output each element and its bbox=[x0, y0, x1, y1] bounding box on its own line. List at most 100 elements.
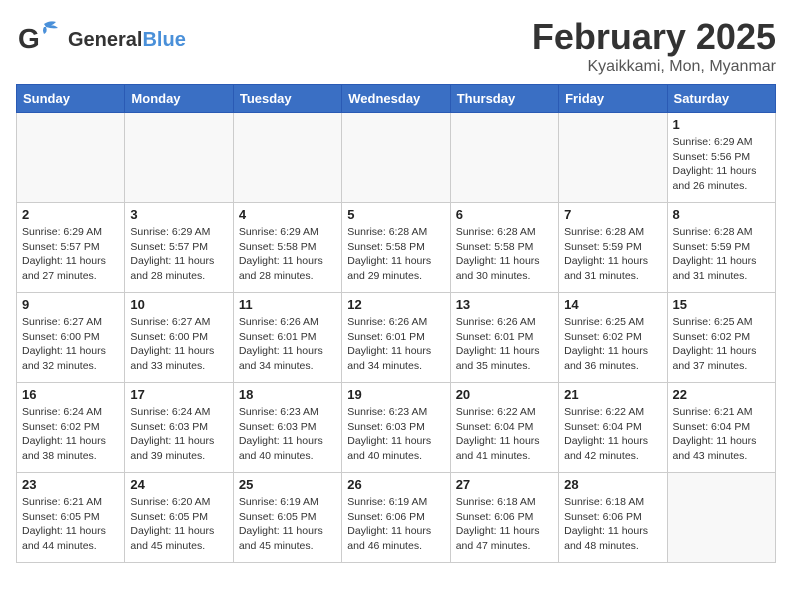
day-info: Sunrise: 6:23 AMSunset: 6:03 PMDaylight:… bbox=[239, 405, 336, 464]
weekday-header-friday: Friday bbox=[559, 85, 667, 113]
day-info: Sunrise: 6:29 AMSunset: 5:57 PMDaylight:… bbox=[22, 225, 119, 284]
day-number: 21 bbox=[564, 387, 661, 402]
calendar-cell: 21 Sunrise: 6:22 AMSunset: 6:04 PMDayligh… bbox=[559, 383, 667, 473]
calendar-cell bbox=[17, 113, 125, 203]
week-row-2: 9 Sunrise: 6:27 AMSunset: 6:00 PMDaylight… bbox=[17, 293, 776, 383]
calendar-cell bbox=[342, 113, 450, 203]
day-number: 9 bbox=[22, 297, 119, 312]
location-title: Kyaikkami, Mon, Myanmar bbox=[532, 58, 776, 76]
day-info: Sunrise: 6:20 AMSunset: 6:05 PMDaylight:… bbox=[130, 495, 227, 554]
day-number: 1 bbox=[673, 117, 770, 132]
weekday-header-row: SundayMondayTuesdayWednesdayThursdayFrid… bbox=[17, 85, 776, 113]
weekday-header-saturday: Saturday bbox=[667, 85, 775, 113]
calendar-cell: 15Sunrise: 6:25 AMSunset: 6:02 PMDayligh… bbox=[667, 293, 775, 383]
calendar-cell: 11Sunrise: 6:26 AMSunset: 6:01 PMDayligh… bbox=[233, 293, 341, 383]
calendar-cell: 6 Sunrise: 6:28 AMSunset: 5:58 PMDaylight… bbox=[450, 203, 558, 293]
day-info: Sunrise: 6:21 AMSunset: 6:04 PMDaylight:… bbox=[673, 405, 770, 464]
week-row-3: 16 Sunrise: 6:24 AMSunset: 6:02 PMDayligh… bbox=[17, 383, 776, 473]
day-number: 22 bbox=[673, 387, 770, 402]
day-number: 5 bbox=[347, 207, 444, 222]
logo: G GeneralBlue bbox=[16, 16, 186, 64]
week-row-1: 2 Sunrise: 6:29 AMSunset: 5:57 PMDaylight… bbox=[17, 203, 776, 293]
day-number: 6 bbox=[456, 207, 553, 222]
day-number: 17 bbox=[130, 387, 227, 402]
calendar-cell: 16 Sunrise: 6:24 AMSunset: 6:02 PMDayligh… bbox=[17, 383, 125, 473]
day-info: Sunrise: 6:27 AMSunset: 6:00 PMDaylight:… bbox=[130, 315, 227, 374]
day-number: 13 bbox=[456, 297, 553, 312]
day-info: Sunrise: 6:26 AMSunset: 6:01 PMDaylight:… bbox=[456, 315, 553, 374]
calendar-table: SundayMondayTuesdayWednesdayThursdayFrid… bbox=[16, 84, 776, 563]
page-header: G GeneralBlue February 2025 Kyaikkami, M… bbox=[16, 16, 776, 76]
day-number: 16 bbox=[22, 387, 119, 402]
day-info: Sunrise: 6:23 AMSunset: 6:03 PMDaylight:… bbox=[347, 405, 444, 464]
logo-icon: G bbox=[16, 16, 64, 64]
week-row-0: 1 Sunrise: 6:29 AMSunset: 5:56 PMDaylight… bbox=[17, 113, 776, 203]
calendar-cell: 12 Sunrise: 6:26 AMSunset: 6:01 PMDayligh… bbox=[342, 293, 450, 383]
calendar-cell: 14 Sunrise: 6:25 AMSunset: 6:02 PMDayligh… bbox=[559, 293, 667, 383]
day-number: 2 bbox=[22, 207, 119, 222]
weekday-header-thursday: Thursday bbox=[450, 85, 558, 113]
calendar-cell: 7Sunrise: 6:28 AMSunset: 5:59 PMDaylight… bbox=[559, 203, 667, 293]
day-number: 23 bbox=[22, 477, 119, 492]
week-row-4: 23 Sunrise: 6:21 AMSunset: 6:05 PMDayligh… bbox=[17, 473, 776, 563]
calendar-cell bbox=[233, 113, 341, 203]
day-info: Sunrise: 6:19 AMSunset: 6:06 PMDaylight:… bbox=[347, 495, 444, 554]
calendar-cell: 25Sunrise: 6:19 AMSunset: 6:05 PMDayligh… bbox=[233, 473, 341, 563]
day-number: 8 bbox=[673, 207, 770, 222]
day-number: 10 bbox=[130, 297, 227, 312]
calendar-cell bbox=[559, 113, 667, 203]
day-info: Sunrise: 6:26 AMSunset: 6:01 PMDaylight:… bbox=[347, 315, 444, 374]
calendar-cell: 13 Sunrise: 6:26 AMSunset: 6:01 PMDayligh… bbox=[450, 293, 558, 383]
day-info: Sunrise: 6:28 AMSunset: 5:59 PMDaylight:… bbox=[564, 225, 661, 284]
weekday-header-wednesday: Wednesday bbox=[342, 85, 450, 113]
calendar-cell: 10 Sunrise: 6:27 AMSunset: 6:00 PMDayligh… bbox=[125, 293, 233, 383]
day-number: 26 bbox=[347, 477, 444, 492]
day-info: Sunrise: 6:29 AMSunset: 5:56 PMDaylight:… bbox=[673, 135, 770, 194]
calendar-cell: 4 Sunrise: 6:29 AMSunset: 5:58 PMDaylight… bbox=[233, 203, 341, 293]
day-info: Sunrise: 6:18 AMSunset: 6:06 PMDaylight:… bbox=[564, 495, 661, 554]
day-info: Sunrise: 6:29 AMSunset: 5:57 PMDaylight:… bbox=[130, 225, 227, 284]
calendar-cell: 19 Sunrise: 6:23 AMSunset: 6:03 PMDayligh… bbox=[342, 383, 450, 473]
day-number: 24 bbox=[130, 477, 227, 492]
calendar-cell: 5Sunrise: 6:28 AMSunset: 5:58 PMDaylight… bbox=[342, 203, 450, 293]
calendar-cell: 28 Sunrise: 6:18 AMSunset: 6:06 PMDayligh… bbox=[559, 473, 667, 563]
day-number: 20 bbox=[456, 387, 553, 402]
svg-text:G: G bbox=[18, 23, 40, 54]
calendar-cell: 26 Sunrise: 6:19 AMSunset: 6:06 PMDayligh… bbox=[342, 473, 450, 563]
day-number: 27 bbox=[456, 477, 553, 492]
month-title: February 2025 bbox=[532, 16, 776, 58]
day-number: 11 bbox=[239, 297, 336, 312]
title-block: February 2025 Kyaikkami, Mon, Myanmar bbox=[532, 16, 776, 76]
weekday-header-monday: Monday bbox=[125, 85, 233, 113]
day-info: Sunrise: 6:22 AMSunset: 6:04 PMDaylight:… bbox=[564, 405, 661, 464]
day-number: 4 bbox=[239, 207, 336, 222]
day-info: Sunrise: 6:28 AMSunset: 5:58 PMDaylight:… bbox=[456, 225, 553, 284]
calendar-cell: 9Sunrise: 6:27 AMSunset: 6:00 PMDaylight… bbox=[17, 293, 125, 383]
day-number: 19 bbox=[347, 387, 444, 402]
logo-text: GeneralBlue bbox=[68, 29, 186, 51]
calendar-cell bbox=[667, 473, 775, 563]
day-info: Sunrise: 6:25 AMSunset: 6:02 PMDaylight:… bbox=[673, 315, 770, 374]
day-info: Sunrise: 6:29 AMSunset: 5:58 PMDaylight:… bbox=[239, 225, 336, 284]
calendar-cell bbox=[125, 113, 233, 203]
logo-text1: General bbox=[68, 29, 142, 51]
day-number: 14 bbox=[564, 297, 661, 312]
calendar-cell: 22 Sunrise: 6:21 AMSunset: 6:04 PMDayligh… bbox=[667, 383, 775, 473]
day-info: Sunrise: 6:28 AMSunset: 5:59 PMDaylight:… bbox=[673, 225, 770, 284]
day-info: Sunrise: 6:18 AMSunset: 6:06 PMDaylight:… bbox=[456, 495, 553, 554]
day-number: 28 bbox=[564, 477, 661, 492]
calendar-cell: 1 Sunrise: 6:29 AMSunset: 5:56 PMDaylight… bbox=[667, 113, 775, 203]
day-number: 12 bbox=[347, 297, 444, 312]
day-info: Sunrise: 6:21 AMSunset: 6:05 PMDaylight:… bbox=[22, 495, 119, 554]
calendar-cell: 27 Sunrise: 6:18 AMSunset: 6:06 PMDayligh… bbox=[450, 473, 558, 563]
calendar-cell: 17Sunrise: 6:24 AMSunset: 6:03 PMDayligh… bbox=[125, 383, 233, 473]
calendar-cell: 3 Sunrise: 6:29 AMSunset: 5:57 PMDaylight… bbox=[125, 203, 233, 293]
day-info: Sunrise: 6:25 AMSunset: 6:02 PMDaylight:… bbox=[564, 315, 661, 374]
calendar-cell: 2 Sunrise: 6:29 AMSunset: 5:57 PMDaylight… bbox=[17, 203, 125, 293]
calendar-cell: 20Sunrise: 6:22 AMSunset: 6:04 PMDayligh… bbox=[450, 383, 558, 473]
day-number: 3 bbox=[130, 207, 227, 222]
logo-text2: Blue bbox=[142, 29, 185, 51]
weekday-header-sunday: Sunday bbox=[17, 85, 125, 113]
day-info: Sunrise: 6:24 AMSunset: 6:02 PMDaylight:… bbox=[22, 405, 119, 464]
calendar-cell: 23 Sunrise: 6:21 AMSunset: 6:05 PMDayligh… bbox=[17, 473, 125, 563]
